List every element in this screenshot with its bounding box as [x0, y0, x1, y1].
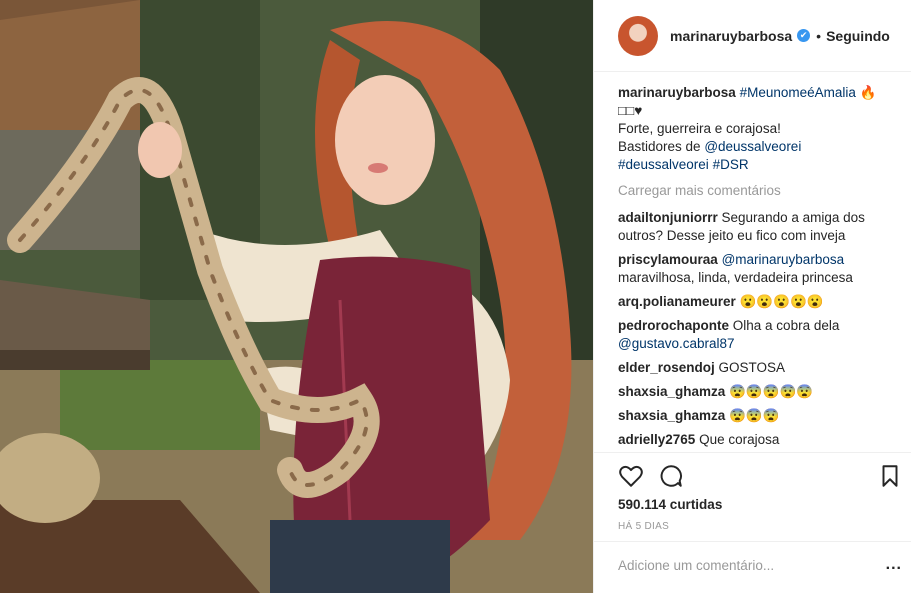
comments-list: marinaruybarbosa #MeunomeéAmalia 🔥 □□♥ F…: [618, 84, 898, 455]
comment-username[interactable]: pedrorochaponte: [618, 318, 729, 333]
caption-hashtag-2[interactable]: #deussalveorei: [618, 157, 709, 172]
following-button[interactable]: Seguindo: [826, 28, 890, 44]
caption-line4-prefix: Bastidores de: [618, 139, 705, 154]
more-options-icon[interactable]: ...: [886, 556, 902, 574]
post-header: marinaruybarbosa ✔ • Seguindo: [594, 0, 911, 72]
comment: shaxsia_ghamza 😨😨😨: [618, 407, 898, 425]
comment-text: 😨😨😨: [729, 408, 780, 423]
comment-username[interactable]: shaxsia_ghamza: [618, 384, 725, 399]
comment: elder_rosendoj GOSTOSA: [618, 359, 898, 377]
post-photo[interactable]: [0, 0, 593, 593]
load-more-comments[interactable]: Carregar mais comentários: [618, 182, 898, 200]
comment-icon[interactable]: [658, 463, 684, 489]
comment: shaxsia_ghamza 😨😨😨😨😨: [618, 383, 898, 401]
caption-mention[interactable]: @deussalveorei: [704, 139, 801, 154]
verified-badge-icon: ✔: [797, 29, 811, 42]
comment-username[interactable]: arq.polianameurer: [618, 294, 736, 309]
caption-line2: □□♥: [618, 103, 643, 118]
comment-username[interactable]: priscylamouraa: [618, 252, 718, 267]
comment-mention[interactable]: @gustavo.cabral87: [618, 336, 735, 351]
caption: marinaruybarbosa #MeunomeéAmalia 🔥 □□♥ F…: [618, 84, 898, 174]
comment-text: GOSTOSA: [718, 360, 786, 375]
comment-text: Olha a cobra dela: [732, 318, 840, 333]
header-username[interactable]: marinaruybarbosa: [670, 28, 792, 44]
likes-count[interactable]: 590.114 curtidas: [618, 497, 722, 512]
comment: arq.polianameurer 😮😮😮😮😮: [618, 293, 898, 311]
comment-username[interactable]: elder_rosendoj: [618, 360, 715, 375]
post-side-panel: marinaruybarbosa ✔ • Seguindo marinaruyb…: [593, 0, 911, 593]
caption-emoji: 🔥: [859, 85, 877, 100]
heart-icon[interactable]: [618, 463, 644, 489]
separator-dot: •: [816, 27, 822, 44]
caption-hashtag-3[interactable]: #DSR: [713, 157, 749, 172]
comment: priscylamouraa @marinaruybarbosa maravil…: [618, 251, 898, 287]
caption-line3: Forte, guerreira e corajosa!: [618, 121, 781, 136]
comment-username[interactable]: adailtonjuniorrr: [618, 210, 718, 225]
action-icons: [618, 463, 903, 489]
comment-username[interactable]: shaxsia_ghamza: [618, 408, 725, 423]
comment-text: 😨😨😨😨😨: [729, 384, 814, 399]
post-actions: 590.114 curtidas HÁ 5 DIAS Adicione um c…: [594, 452, 911, 593]
avatar[interactable]: [618, 15, 658, 56]
comment-text: Que corajosa: [699, 432, 780, 447]
comment: pedrorochaponte Olha a cobra dela @gusta…: [618, 317, 898, 353]
add-comment-bar: Adicione um comentário... ...: [594, 541, 911, 594]
caption-hashtag[interactable]: #MeunomeéAmalia: [740, 85, 856, 100]
add-comment-input[interactable]: Adicione um comentário...: [618, 558, 774, 573]
photo-illustration: [0, 0, 593, 593]
comment-username[interactable]: adrielly2765: [618, 432, 695, 447]
comment: adrielly2765 Que corajosa: [618, 431, 898, 449]
comment-text: 😮😮😮😮😮: [739, 294, 824, 309]
comment-mention[interactable]: @marinaruybarbosa: [722, 252, 845, 267]
comment: adailtonjuniorrr Segurando a amiga dos o…: [618, 209, 898, 245]
instagram-post: marinaruybarbosa ✔ • Seguindo marinaruyb…: [0, 0, 911, 593]
comment-text: maravilhosa, linda, verdadeira princesa: [618, 270, 853, 285]
post-date: HÁ 5 DIAS: [618, 521, 670, 532]
bookmark-icon[interactable]: [877, 463, 903, 489]
caption-username[interactable]: marinaruybarbosa: [618, 85, 736, 100]
